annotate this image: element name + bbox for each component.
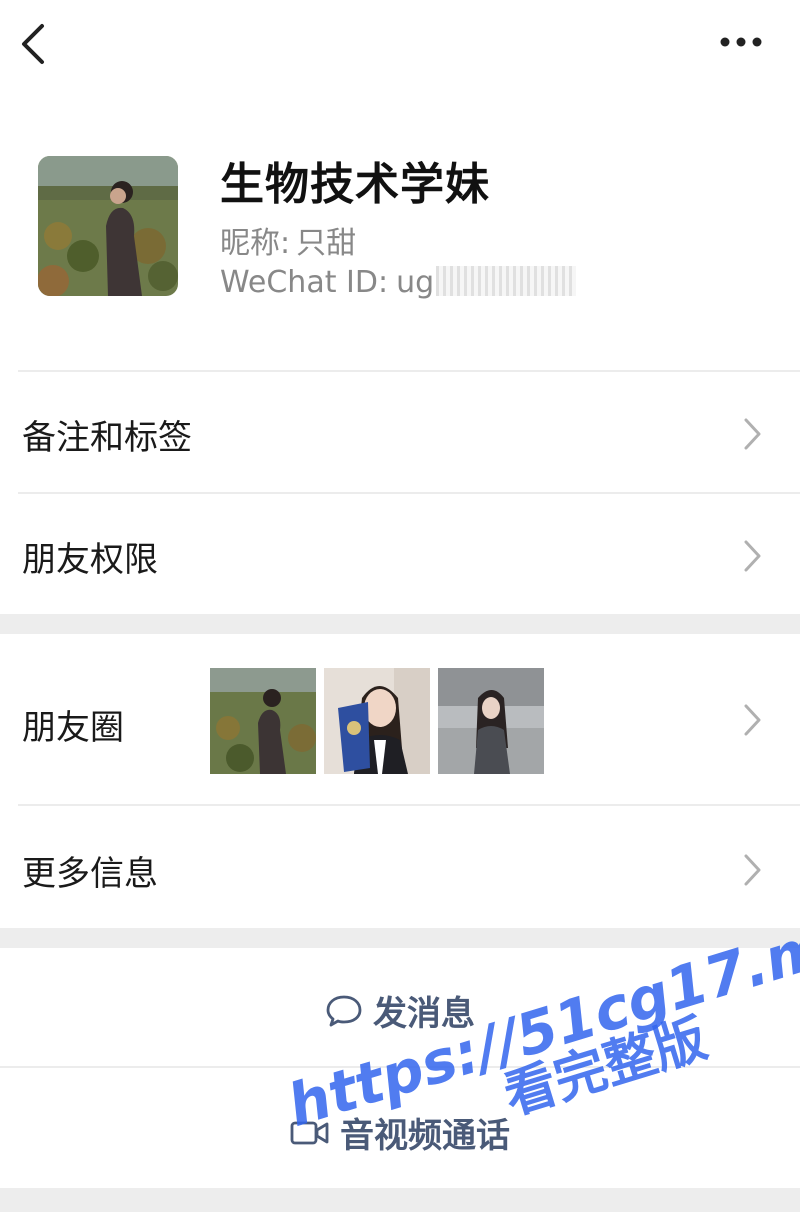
more-dots-icon[interactable] [716,30,766,54]
wechat-id: WeChat ID: ug [220,265,577,300]
chevron-right-icon [744,854,761,886]
more-info-row[interactable]: 更多信息 [0,806,800,928]
chevron-right-icon [744,540,761,572]
chevron-right-icon [744,704,761,736]
nickname-label: 昵称: [220,226,291,261]
video-call-button[interactable]: 音视频通话 [0,1068,800,1188]
avatar[interactable] [38,156,178,296]
wechat-id-blur [436,266,577,296]
moments-photo [210,668,316,774]
section-gap [0,1188,800,1212]
top-bar [0,0,800,90]
friend-permissions-label: 朋友权限 [22,540,158,580]
moments-photo [438,668,544,774]
chat-bubble-icon [326,995,362,1026]
moments-thumbnails [210,668,544,774]
remarks-tags-row[interactable]: 备注和标签 [0,372,800,492]
friend-permissions-row[interactable]: 朋友权限 [0,494,800,614]
video-camera-icon [290,1121,329,1144]
send-message-label: 发消息 [373,994,475,1034]
nickname-value: 只甜 [296,226,357,261]
section-gap [0,928,800,948]
moments-label: 朋友圈 [22,708,124,748]
back-icon[interactable] [18,22,54,66]
chevron-right-icon [744,418,761,450]
profile-header: 生物技术学妹 昵称: 只甜 WeChat ID: ug [0,120,800,370]
remarks-tags-label: 备注和标签 [22,418,192,458]
video-call-label: 音视频通话 [340,1116,510,1156]
send-message-button[interactable]: 发消息 [0,948,800,1066]
contact-name: 生物技术学妹 [220,159,490,210]
wechat-id-value: ug [396,265,435,300]
wechat-id-label: WeChat ID: [220,265,389,300]
moments-row[interactable]: 朋友圈 [0,634,800,804]
nickname: 昵称: 只甜 [220,218,356,262]
section-gap [0,614,800,634]
moments-photo [324,668,430,774]
avatar-image [38,156,178,296]
more-info-label: 更多信息 [22,854,158,894]
